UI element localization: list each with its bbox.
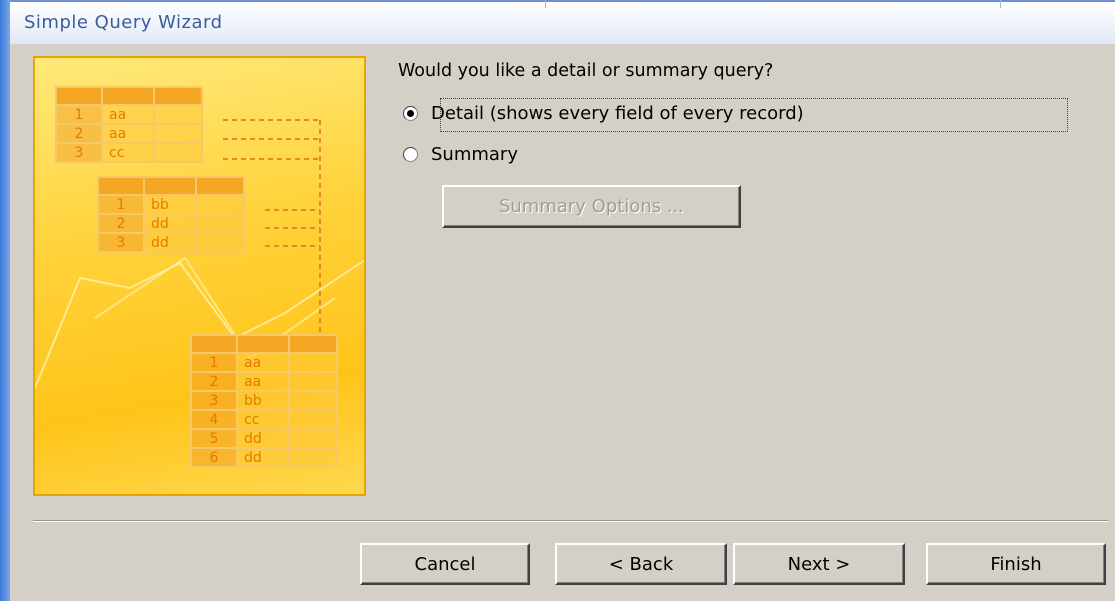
- detail-radio-option[interactable]: Detail (shows every field of every recor…: [403, 103, 804, 124]
- summary-option-label[interactable]: Summary: [431, 144, 518, 165]
- window-left-edge: [0, 0, 10, 601]
- radio-selected-dot: [407, 110, 414, 117]
- detail-option-label[interactable]: Detail (shows every field of every recor…: [431, 103, 804, 124]
- summary-radio-option[interactable]: Summary: [403, 144, 518, 165]
- result-table: 1 aa 2 aa 3 bb 4 cc 5 dd 6 dd: [190, 334, 338, 468]
- titlebar-top-line: [10, 0, 1115, 2]
- query-type-question: Would you like a detail or summary query…: [398, 61, 774, 81]
- button-separator: [33, 520, 1108, 522]
- window-titlebar: Simple Query Wizard: [10, 0, 1115, 44]
- summary-options-button[interactable]: Summary Options ...: [442, 185, 741, 228]
- window-title: Simple Query Wizard: [24, 12, 223, 33]
- next-button[interactable]: Next >: [733, 543, 905, 585]
- summary-radio-button[interactable]: [403, 147, 418, 162]
- source-table-2: 1 bb 2 dd 3 dd: [97, 176, 245, 253]
- titlebar-divider: [1000, 0, 1001, 8]
- source-table-1: 1 aa 2 aa 3 cc: [55, 86, 203, 163]
- wizard-illustration: 1 aa 2 aa 3 cc 1 bb 2 dd 3 dd 1 aa 2 aa 3 bb 4 cc …: [33, 56, 366, 496]
- detail-radio-button[interactable]: [403, 106, 418, 121]
- finish-button[interactable]: Finish: [926, 543, 1106, 585]
- titlebar-divider: [545, 0, 546, 8]
- back-button[interactable]: < Back: [555, 543, 727, 585]
- cancel-button[interactable]: Cancel: [360, 543, 530, 585]
